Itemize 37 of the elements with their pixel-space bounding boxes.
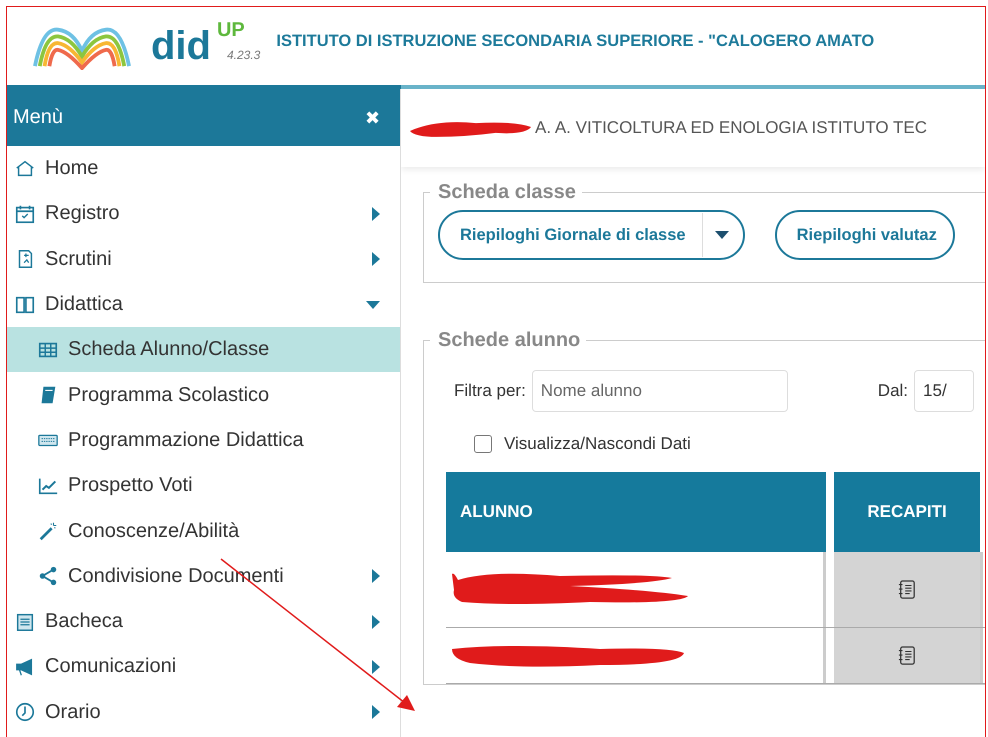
section-legend: Schede alunno <box>430 329 586 352</box>
checkbox[interactable] <box>474 435 492 453</box>
checkbox-label: Visualizza/Nascondi Dati <box>504 434 691 454</box>
menu-item[interactable]: Orario <box>7 690 400 735</box>
section-legend: Scheda classe <box>430 181 582 204</box>
class-name: A. A. VITICOLTURA ED ENOLOGIA ISTITUTO TEC <box>535 118 928 138</box>
menu-item[interactable]: Comunicazioni <box>7 644 400 690</box>
notebook-icon[interactable] <box>898 646 916 666</box>
brand-name: did <box>151 26 211 66</box>
caret-icon <box>714 231 729 239</box>
menu-title: Menù <box>13 106 64 129</box>
report-button[interactable]: Riepiloghi Giornale di classe <box>438 210 745 260</box>
menu-item[interactable]: Conoscenze/Abilità <box>7 508 400 554</box>
date-label: Dal: <box>878 381 908 401</box>
menu-item[interactable]: Prospetto Voti <box>7 463 400 508</box>
student-search-field[interactable]: Nome alunno <box>532 370 788 412</box>
column-header[interactable]: RECAPITI <box>834 472 980 552</box>
filter-label: Filtra per: <box>454 381 526 401</box>
menu-item[interactable]: Scrutini <box>7 236 400 282</box>
menu-item[interactable]: Home <box>7 146 400 192</box>
clock-icon <box>14 701 36 724</box>
menu-item[interactable]: Bacheca <box>7 598 400 644</box>
wand-icon <box>37 520 59 542</box>
institute-title: ISTITUTO DI ISTRUZIONE SECONDARIA SUPERIORE - "CALOGERO AMATO <box>276 32 874 50</box>
menu-item[interactable]: Programma Scolastico <box>7 372 400 418</box>
brand-superscript: UP <box>216 20 246 40</box>
share-icon <box>37 565 59 588</box>
version-label: 4.23.3 <box>226 48 260 62</box>
column-header[interactable]: ALUNNO <box>446 472 826 552</box>
menu-item[interactable]: Registro <box>7 191 400 237</box>
close-button[interactable]: ✖ <box>365 106 380 128</box>
menu-item[interactable]: Programmazione Didattica <box>7 418 400 464</box>
menu-item[interactable]: Didattica <box>7 282 400 328</box>
report-button[interactable]: Riepiloghi valutaz <box>774 210 955 260</box>
date-field[interactable]: 15/ <box>914 370 974 412</box>
menu-item[interactable]: Scheda Alunno/Classe <box>7 327 400 372</box>
notebook-icon[interactable] <box>898 580 916 600</box>
